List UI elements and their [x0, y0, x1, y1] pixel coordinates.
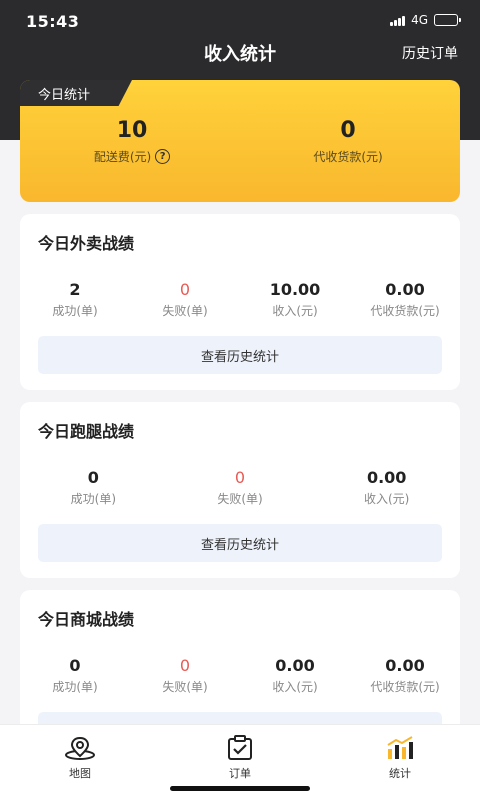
status-indicators: 4G: [390, 13, 461, 27]
stat-value: 10.00: [269, 280, 321, 299]
network-type: 4G: [411, 13, 428, 27]
stat-label: 代收货款(元): [370, 304, 440, 318]
view-history-button[interactable]: 查看历史统计: [38, 524, 442, 562]
tab-statistics[interactable]: 统计: [360, 735, 440, 781]
stats-row: 0 成功(单) 0 失败(单) 0.00 收入(元) 0.00 代收货款(元): [20, 656, 460, 695]
delivery-fee-value: 10: [116, 118, 148, 143]
stat-value: 2: [69, 280, 81, 299]
stat-label: 成功(单): [52, 304, 98, 318]
home-indicator: [170, 786, 310, 791]
today-summary-card: 今日统计 10 配送费(元) ? 0 代收货款(元): [20, 80, 460, 202]
card-title: 今日外卖战绩: [38, 234, 135, 253]
collected-payment-value: 0: [340, 118, 356, 143]
takeout-card: 今日外卖战绩 2 成功(单) 0 失败(单) 10.00 收入(元) 0.00 …: [20, 214, 460, 390]
signal-icon: [390, 15, 406, 26]
stat-value: 0: [69, 656, 81, 675]
tab-map[interactable]: 地图: [40, 735, 120, 781]
fail-stat: 0 失败(单): [130, 280, 240, 319]
delivery-fee-stat: 10 配送费(元) ?: [32, 118, 232, 165]
delivery-fee-label: 配送费(元): [93, 150, 152, 164]
stat-label: 收入(元): [363, 492, 410, 506]
stat-label: 代收货款(元): [370, 680, 440, 694]
income-stat: 0.00 收入(元): [313, 468, 460, 507]
stat-value: 0: [179, 656, 191, 675]
card-title: 今日跑腿战绩: [38, 422, 135, 441]
view-history-button[interactable]: 查看历史统计: [38, 336, 442, 374]
tab-label: 地图: [69, 767, 91, 780]
bar-chart-icon: [387, 736, 413, 759]
tab-label: 统计: [389, 767, 411, 780]
status-time: 15:43: [26, 12, 80, 31]
stat-label: 成功(单): [70, 492, 117, 506]
stat-value: 0: [179, 280, 191, 299]
stat-label: 收入(元): [272, 304, 318, 318]
fail-stat: 0 失败(单): [130, 656, 240, 695]
stat-label: 失败(单): [217, 492, 263, 506]
tab-label: 订单: [229, 767, 251, 780]
today-summary-tab: 今日统计: [20, 80, 132, 106]
stat-label: 失败(单): [162, 304, 208, 318]
stat-value: 0.00: [385, 656, 425, 675]
stat-label: 成功(单): [52, 680, 98, 694]
help-icon[interactable]: ?: [155, 149, 171, 164]
stat-value: 0.00: [366, 468, 407, 487]
success-stat: 0 成功(单): [20, 468, 167, 507]
errand-card: 今日跑腿战绩 0 成功(单) 0 失败(单) 0.00 收入(元) 查看历史统计: [20, 402, 460, 578]
map-pin-icon: [65, 736, 95, 760]
card-title: 今日商城战绩: [38, 610, 135, 629]
stat-value: 0.00: [385, 280, 425, 299]
success-stat: 2 成功(单): [20, 280, 130, 319]
collected-payment-stat: 0 代收货款(元): [248, 118, 448, 165]
stat-value: 0: [234, 468, 246, 487]
income-stat: 10.00 收入(元): [240, 280, 350, 319]
collected-stat: 0.00 代收货款(元): [350, 656, 460, 695]
tab-orders[interactable]: 订单: [200, 735, 280, 781]
collected-payment-label: 代收货款(元): [313, 150, 383, 164]
income-stat: 0.00 收入(元): [240, 656, 350, 695]
fail-stat: 0 失败(单): [167, 468, 314, 507]
stats-row: 0 成功(单) 0 失败(单) 0.00 收入(元): [20, 468, 460, 507]
stat-label: 失败(单): [162, 680, 208, 694]
clipboard-check-icon: [228, 735, 252, 760]
success-stat: 0 成功(单): [20, 656, 130, 695]
battery-icon: [434, 14, 461, 26]
stat-value: 0: [87, 468, 99, 487]
status-bar: 15:43 4G: [0, 8, 480, 34]
collected-stat: 0.00 代收货款(元): [350, 280, 460, 319]
history-orders-link[interactable]: 历史订单: [402, 43, 458, 63]
stats-row: 2 成功(单) 0 失败(单) 10.00 收入(元) 0.00 代收货款(元): [20, 280, 460, 319]
stat-value: 0.00: [275, 656, 315, 675]
stat-label: 收入(元): [272, 680, 318, 694]
